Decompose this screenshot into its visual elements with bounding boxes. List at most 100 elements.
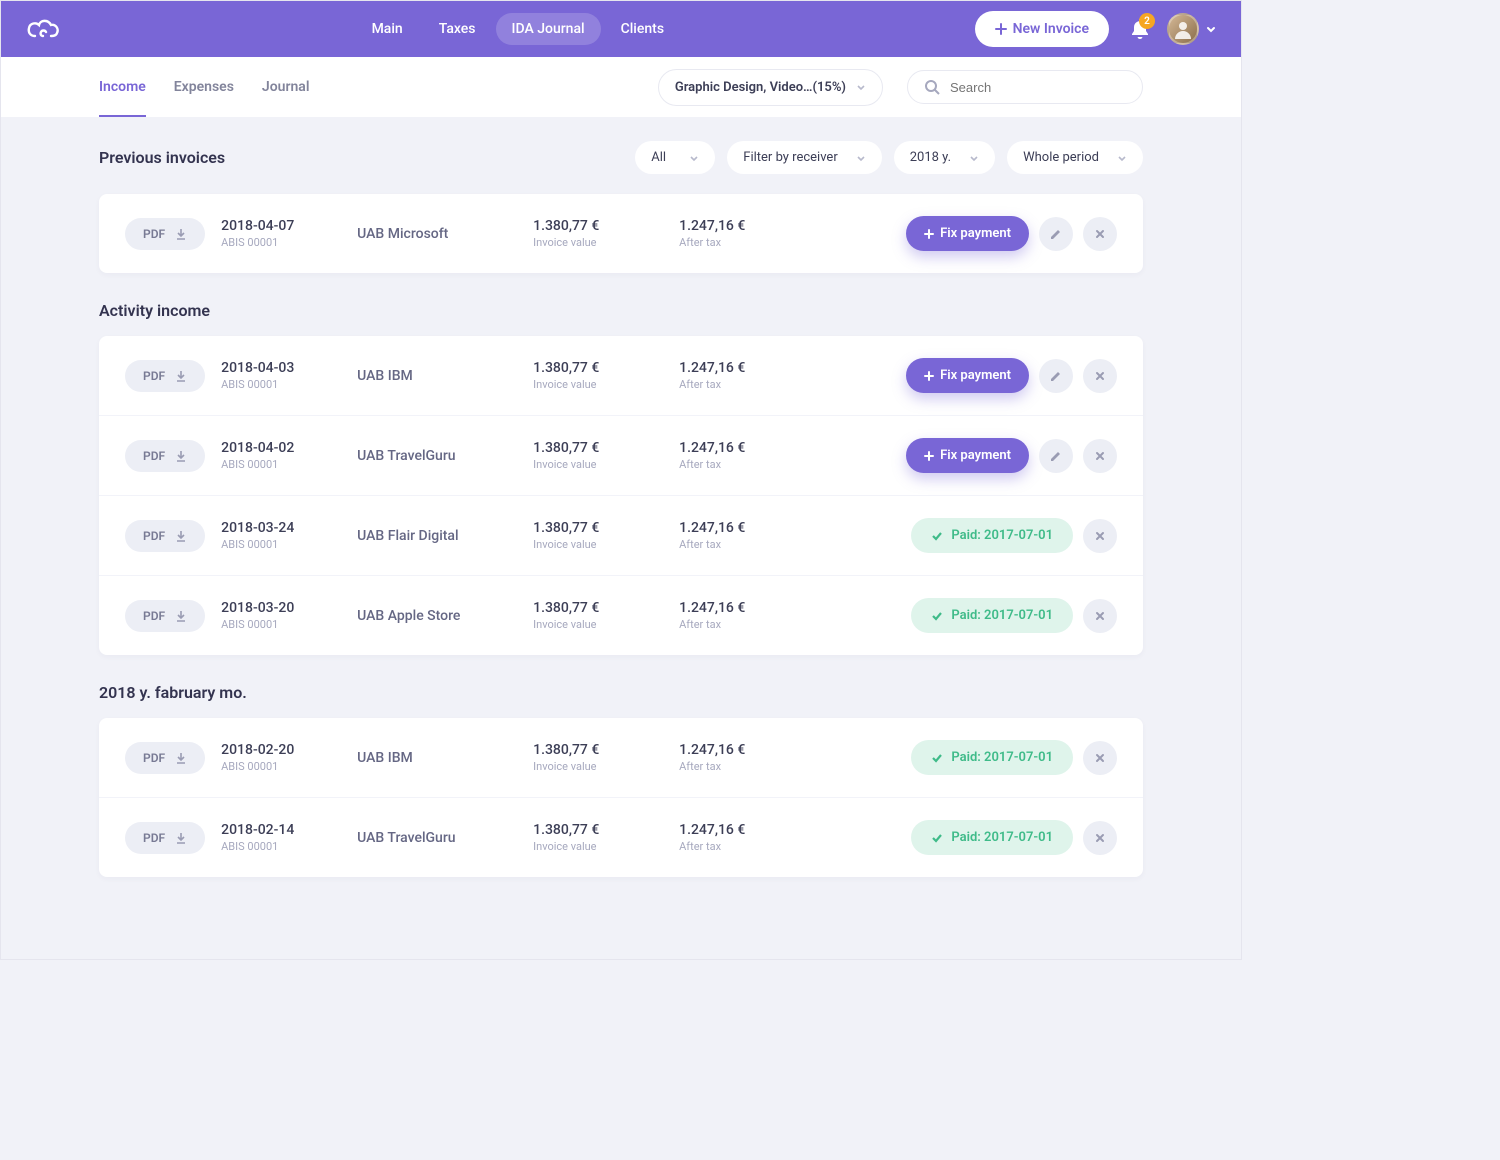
download-icon xyxy=(175,450,187,462)
fix-payment-button[interactable]: Fix payment xyxy=(906,358,1029,393)
invoice-row: PDF 2018-02-14 ABIS 00001 UAB TravelGuru… xyxy=(99,798,1143,877)
invoice-date: 2018-04-07 xyxy=(221,218,341,234)
filter-period[interactable]: Whole period xyxy=(1007,141,1143,174)
close-icon xyxy=(1094,832,1106,844)
close-icon xyxy=(1094,228,1106,240)
tab-journal[interactable]: Journal xyxy=(262,57,310,117)
invoice-value: 1.380,77 € xyxy=(533,360,663,376)
delete-button[interactable] xyxy=(1083,519,1117,553)
invoice-client: UAB Apple Store xyxy=(357,608,517,624)
invoice-value: 1.380,77 € xyxy=(533,218,663,234)
chevron-down-icon xyxy=(856,153,866,163)
avatar xyxy=(1167,13,1199,45)
user-menu[interactable] xyxy=(1167,13,1217,45)
tab-income[interactable]: Income xyxy=(99,57,146,117)
app-logo[interactable] xyxy=(25,11,61,47)
download-icon xyxy=(175,228,187,240)
after-tax-value: 1.247,16 € xyxy=(679,520,809,536)
invoice-value-label: Invoice value xyxy=(533,538,663,551)
nav-ida-journal[interactable]: IDA Journal xyxy=(496,13,601,45)
plus-icon xyxy=(924,229,934,239)
chevron-down-icon xyxy=(689,153,699,163)
section-title: 2018 y. fabruary mo. xyxy=(99,683,1143,702)
chevron-down-icon xyxy=(856,82,866,92)
delete-button[interactable] xyxy=(1083,821,1117,855)
edit-icon xyxy=(1049,449,1063,463)
invoice-value-label: Invoice value xyxy=(533,840,663,853)
nav-taxes[interactable]: Taxes xyxy=(423,13,492,45)
invoice-row: PDF 2018-03-20 ABIS 00001 UAB Apple Stor… xyxy=(99,576,1143,655)
invoice-value-label: Invoice value xyxy=(533,236,663,249)
after-tax-label: After tax xyxy=(679,458,809,471)
nav-main[interactable]: Main xyxy=(356,13,419,45)
paid-badge: Paid: 2017-07-01 xyxy=(911,598,1073,633)
fix-payment-button[interactable]: Fix payment xyxy=(906,438,1029,473)
primary-nav: Main Taxes IDA Journal Clients xyxy=(356,13,680,45)
filter-receiver[interactable]: Filter by receiver xyxy=(727,141,881,174)
notifications-button[interactable]: 2 xyxy=(1131,19,1149,39)
nav-clients[interactable]: Clients xyxy=(605,13,680,45)
plus-icon xyxy=(924,371,934,381)
filter-year[interactable]: 2018 y. xyxy=(894,141,995,174)
check-icon xyxy=(931,610,943,622)
pdf-download-button[interactable]: PDF xyxy=(125,520,205,552)
new-invoice-label: New Invoice xyxy=(1013,21,1089,37)
invoice-value-label: Invoice value xyxy=(533,458,663,471)
section-title: Activity income xyxy=(99,301,1143,320)
chevron-down-icon xyxy=(969,153,979,163)
new-invoice-button[interactable]: New Invoice xyxy=(975,11,1109,47)
check-icon xyxy=(931,530,943,542)
download-icon xyxy=(175,752,187,764)
paid-badge: Paid: 2017-07-01 xyxy=(911,820,1073,855)
tab-expenses[interactable]: Expenses xyxy=(174,57,234,117)
fix-payment-button[interactable]: Fix payment xyxy=(906,216,1029,251)
filter-status[interactable]: All xyxy=(635,141,715,174)
delete-button[interactable] xyxy=(1083,599,1117,633)
pdf-download-button[interactable]: PDF xyxy=(125,600,205,632)
plus-icon xyxy=(924,451,934,461)
notifications-badge: 2 xyxy=(1139,13,1155,29)
invoice-date: 2018-02-14 xyxy=(221,822,341,838)
invoice-date: 2018-03-20 xyxy=(221,600,341,616)
delete-button[interactable] xyxy=(1083,439,1117,473)
download-icon xyxy=(175,832,187,844)
edit-button[interactable] xyxy=(1039,439,1073,473)
plus-icon xyxy=(995,23,1007,35)
delete-button[interactable] xyxy=(1083,741,1117,775)
search-box[interactable] xyxy=(907,70,1143,104)
delete-button[interactable] xyxy=(1083,217,1117,251)
invoice-client: UAB IBM xyxy=(357,750,517,766)
download-icon xyxy=(175,610,187,622)
invoice-code: ABIS 00001 xyxy=(221,618,341,631)
check-icon xyxy=(931,752,943,764)
invoice-value: 1.380,77 € xyxy=(533,742,663,758)
close-icon xyxy=(1094,530,1106,542)
edit-button[interactable] xyxy=(1039,359,1073,393)
pdf-download-button[interactable]: PDF xyxy=(125,218,205,250)
invoice-row: PDF 2018-02-20 ABIS 00001 UAB IBM 1.380,… xyxy=(99,718,1143,798)
chevron-down-icon xyxy=(1205,23,1217,35)
invoice-row: PDF 2018-04-02 ABIS 00001 UAB TravelGuru… xyxy=(99,416,1143,496)
paid-badge: Paid: 2017-07-01 xyxy=(911,518,1073,553)
invoice-client: UAB TravelGuru xyxy=(357,830,517,846)
category-dropdown[interactable]: Graphic Design, Video…(15%) xyxy=(658,69,883,106)
invoice-row: PDF 2018-04-03 ABIS 00001 UAB IBM 1.380,… xyxy=(99,336,1143,416)
delete-button[interactable] xyxy=(1083,359,1117,393)
pdf-download-button[interactable]: PDF xyxy=(125,440,205,472)
invoice-value-label: Invoice value xyxy=(533,378,663,391)
paid-badge: Paid: 2017-07-01 xyxy=(911,740,1073,775)
chevron-down-icon xyxy=(1117,153,1127,163)
invoice-value: 1.380,77 € xyxy=(533,520,663,536)
edit-icon xyxy=(1049,227,1063,241)
pdf-download-button[interactable]: PDF xyxy=(125,360,205,392)
after-tax-label: After tax xyxy=(679,760,809,773)
edit-button[interactable] xyxy=(1039,217,1073,251)
invoice-code: ABIS 00001 xyxy=(221,760,341,773)
search-input[interactable] xyxy=(950,80,1126,95)
download-icon xyxy=(175,530,187,542)
close-icon xyxy=(1094,610,1106,622)
pdf-download-button[interactable]: PDF xyxy=(125,822,205,854)
pdf-download-button[interactable]: PDF xyxy=(125,742,205,774)
invoice-value: 1.380,77 € xyxy=(533,600,663,616)
invoice-client: UAB Flair Digital xyxy=(357,528,517,544)
